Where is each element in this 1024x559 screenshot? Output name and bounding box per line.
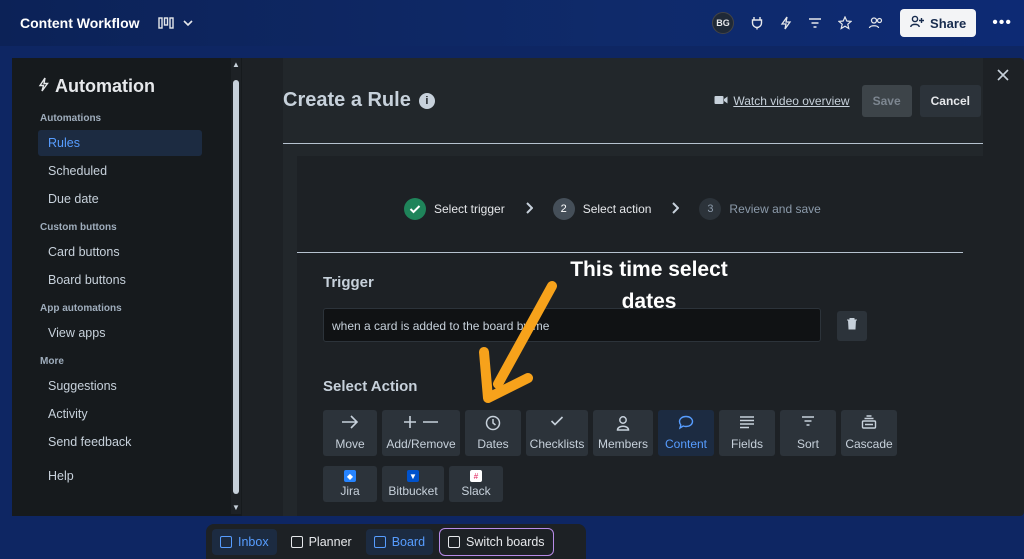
select-action-heading: Select Action: [323, 378, 418, 395]
chevron-right-icon: [525, 201, 534, 217]
chevron-right-icon: [671, 201, 680, 217]
create-rule-header: Create a Rule i Watch video overview Sav…: [283, 58, 983, 144]
scroll-down-icon[interactable]: ▼: [232, 503, 240, 512]
page-title: Create a Rule i: [283, 89, 435, 112]
sidebar-item-send-feedback[interactable]: Send feedback: [38, 429, 202, 455]
save-button[interactable]: Save: [861, 84, 912, 117]
watch-video-link[interactable]: Watch video overview: [714, 94, 850, 108]
switch-boards-icon: [448, 535, 461, 548]
share-label: Share: [930, 15, 967, 31]
bitbucket-icon: ▼: [407, 470, 419, 482]
info-icon[interactable]: i: [418, 92, 435, 109]
action-content-button[interactable]: Content: [658, 410, 714, 456]
slack-icon: #: [470, 470, 482, 482]
action-cascade-button[interactable]: Cascade: [841, 410, 897, 456]
avatar[interactable]: BG: [712, 12, 735, 34]
sidebar-item-rules[interactable]: Rules: [38, 130, 202, 156]
step-select-trigger[interactable]: Select trigger: [404, 198, 505, 220]
board-title[interactable]: Content Workflow: [20, 15, 140, 31]
chevron-down-icon[interactable]: [182, 16, 194, 30]
plus-minus-icon: [403, 415, 439, 433]
action-move-button[interactable]: Move: [323, 410, 377, 456]
automation-icon[interactable]: [780, 16, 792, 30]
action-dates-button[interactable]: Dates: [465, 410, 521, 456]
cancel-button[interactable]: Cancel: [919, 84, 981, 117]
board-view-icon[interactable]: [157, 16, 174, 30]
person-icon: [616, 415, 630, 433]
step-select-action[interactable]: 2 Select action: [552, 198, 651, 220]
bottom-switcher: Inbox Planner Board Switch boards: [206, 524, 586, 559]
checkmark-icon: [404, 198, 426, 220]
sidebar-section-automations: Automations: [40, 113, 102, 124]
arrow-right-icon: [341, 415, 359, 433]
delete-trigger-button[interactable]: [837, 311, 867, 341]
sort-icon: [801, 415, 815, 433]
action-add-remove-button[interactable]: Add/Remove: [382, 410, 460, 456]
check-icon: [550, 415, 564, 433]
action-bitbucket-button[interactable]: ▼ Bitbucket: [382, 466, 444, 502]
sidebar-item-board-buttons[interactable]: Board buttons: [38, 267, 202, 293]
sidebar-item-due-date[interactable]: Due date: [38, 186, 202, 212]
share-button[interactable]: Share: [900, 9, 977, 37]
step-number: 2: [552, 198, 575, 220]
lines-icon: [739, 415, 755, 433]
sidebar-item-scheduled[interactable]: Scheduled: [38, 158, 202, 184]
automation-sidebar: Automation Automations Rules Scheduled D…: [12, 58, 242, 516]
rule-builder: Select trigger 2 Select action 3 Review …: [297, 156, 983, 516]
sidebar-section-custom-buttons: Custom buttons: [40, 222, 117, 233]
sidebar-section-more: More: [40, 356, 64, 367]
star-icon[interactable]: [838, 16, 853, 30]
switch-boards-button[interactable]: Switch boards: [439, 527, 554, 556]
sidebar-title: Automation: [38, 76, 242, 97]
clock-icon: [485, 415, 501, 433]
inbox-icon: [220, 535, 232, 548]
action-sort-button[interactable]: Sort: [780, 410, 836, 456]
power-ups-icon[interactable]: [750, 16, 764, 30]
filter-icon[interactable]: [808, 17, 822, 29]
calendar-icon: [290, 535, 303, 548]
inbox-button[interactable]: Inbox: [212, 528, 277, 555]
divider: [297, 252, 963, 253]
board-button[interactable]: Board: [365, 528, 434, 555]
sidebar-item-view-apps[interactable]: View apps: [38, 320, 202, 346]
sidebar-item-help[interactable]: Help: [38, 463, 202, 489]
action-jira-button[interactable]: ◆ Jira: [323, 466, 377, 502]
add-person-icon: [910, 15, 925, 31]
scroll-up-icon[interactable]: ▲: [232, 60, 240, 69]
sidebar-item-suggestions[interactable]: Suggestions: [38, 373, 202, 399]
rule-steps: Select trigger 2 Select action 3 Review …: [404, 198, 821, 220]
jira-icon: ◆: [344, 470, 356, 482]
video-camera-icon: [714, 94, 728, 108]
step-review-and-save[interactable]: 3 Review and save: [699, 198, 821, 220]
close-icon[interactable]: [997, 68, 1009, 86]
board-header: Content Workflow BG Share •••: [0, 0, 1024, 46]
sidebar-item-card-buttons[interactable]: Card buttons: [38, 239, 202, 265]
action-slack-button[interactable]: # Slack: [449, 466, 503, 502]
scrollbar-thumb[interactable]: [233, 80, 239, 494]
sidebar-scrollbar[interactable]: ▲ ▼: [231, 58, 241, 514]
trash-icon: [846, 317, 858, 335]
trigger-heading: Trigger: [323, 274, 374, 291]
lightning-icon: [38, 76, 49, 97]
planner-button[interactable]: Planner: [283, 529, 360, 555]
sidebar-item-activity[interactable]: Activity: [38, 401, 202, 427]
step-number: 3: [699, 198, 722, 220]
annotation-arrow-icon: [479, 281, 557, 403]
action-checklists-button[interactable]: Checklists: [526, 410, 588, 456]
tutorial-annotation: This time select dates: [570, 258, 728, 313]
sidebar-section-app-automations: App automations: [40, 303, 122, 314]
action-fields-button[interactable]: Fields: [719, 410, 775, 456]
more-icon[interactable]: •••: [992, 14, 1012, 32]
action-members-button[interactable]: Members: [593, 410, 653, 456]
comment-icon: [678, 415, 694, 433]
members-icon[interactable]: [868, 16, 884, 30]
board-icon: [373, 535, 386, 548]
cascade-icon: [861, 415, 877, 433]
